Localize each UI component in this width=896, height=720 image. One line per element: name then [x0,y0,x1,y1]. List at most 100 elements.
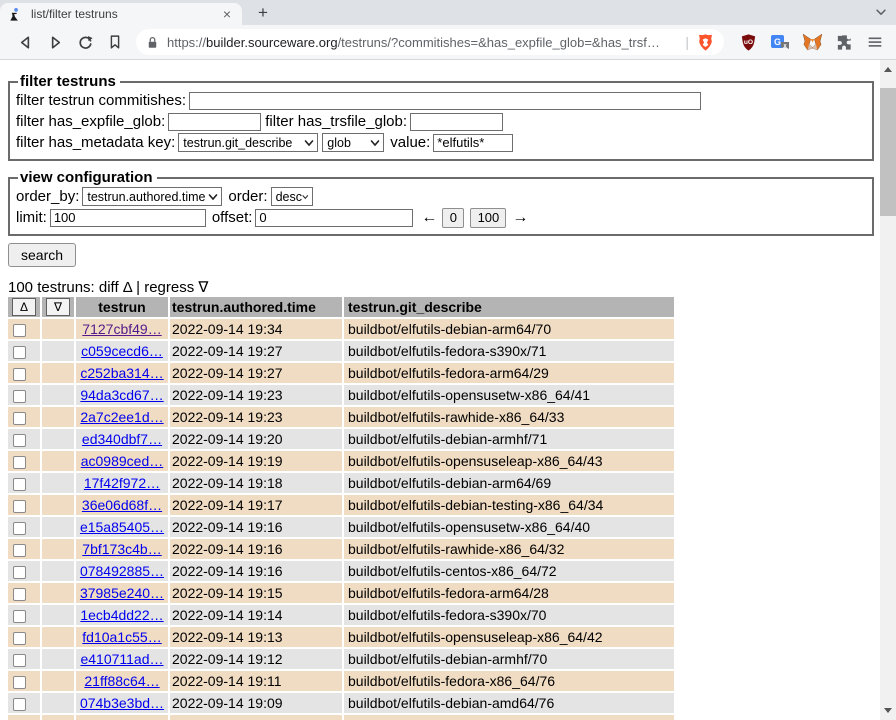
regress-sort-button[interactable]: ∇ [46,298,70,316]
testrun-link[interactable]: c059cecd6… [81,343,163,359]
reload-icon[interactable] [70,28,100,56]
forward-icon[interactable] [40,28,70,56]
bookmark-icon[interactable] [100,28,130,56]
table-row: fd10a1c55… 2022-09-14 19:13 buildbot/elf… [8,627,674,647]
google-translate-icon[interactable]: G x [770,32,790,52]
metamask-fox-icon[interactable] [802,32,823,53]
row-select-checkbox[interactable] [13,522,26,535]
table-row: 17f42f972… 2022-09-14 19:18 buildbot/elf… [8,473,674,493]
git-describe-cell: buildbot/elfutils-debian-amd64/76 [344,693,674,713]
testrun-link[interactable]: 21ff88c64… [84,673,159,689]
row-select-checkbox[interactable] [13,698,26,711]
row-select-checkbox[interactable] [13,412,26,425]
offset-next-button[interactable]: 100 [470,208,506,228]
row-select-checkbox[interactable] [13,632,26,645]
testrun-link[interactable]: 94da3cd67… [80,387,163,403]
git-describe-cell: buildbot/elfutils-opensuseleap-x86_64/43 [344,451,674,471]
testrun-column-header: testrun [76,297,168,317]
browser-tab[interactable]: list/filter testruns × [0,3,242,25]
order-select[interactable]: desc [271,187,313,206]
url-bar[interactable]: https://builder.sourceware.org/testruns/… [136,29,724,55]
authored-time-cell: 2022-09-14 19:23 [170,385,342,405]
metadata-key-select[interactable]: testrun.git_describe [178,133,318,152]
regress-cell [42,341,74,361]
regress-cell [42,319,74,339]
row-select-checkbox[interactable] [13,500,26,513]
testrun-link[interactable]: 7bf173c4b… [82,541,161,557]
brave-shield-icon[interactable] [696,33,715,52]
offset-first-button[interactable]: 0 [442,208,464,228]
testrun-link[interactable]: 074b3e3bd… [80,695,164,711]
row-select-checkbox[interactable] [13,654,26,667]
testrun-link[interactable]: fd10a1c55… [82,629,161,645]
row-select-checkbox[interactable] [13,676,26,689]
url-path: /testruns/?commitishes=&has_expfile_glob… [338,35,660,50]
view-configuration-fieldset: view configuration order_by: testrun.aut… [8,169,874,236]
commitishes-input[interactable] [189,92,701,110]
regress-cell [42,451,74,471]
offset-input[interactable] [255,209,413,227]
testrun-link[interactable]: 2a7c2ee1d… [80,409,163,425]
testrun-link[interactable]: 7127cbf49… [82,321,161,337]
search-button[interactable]: search [8,243,76,267]
scrollbar-down-arrow-icon[interactable] [884,708,892,713]
extensions-area: uO G x [739,32,884,53]
authored-time-cell: 2022-09-14 19:27 [170,363,342,383]
row-select-checkbox[interactable] [13,456,26,469]
back-icon[interactable] [10,28,40,56]
tab-search-chevron-down-icon[interactable] [874,5,888,24]
scrollbar-thumb[interactable] [880,88,896,216]
row-select-checkbox[interactable] [13,544,26,557]
view-fieldset-legend: view configuration [18,169,157,186]
ublock-origin-icon[interactable]: uO [739,33,758,52]
row-select-checkbox[interactable] [13,610,26,623]
testrun-link[interactable]: e410711ad… [80,651,163,667]
trsfile-glob-input[interactable] [410,113,503,131]
lock-icon[interactable] [145,35,160,50]
expfile-glob-input[interactable] [168,113,261,131]
row-select-checkbox[interactable] [13,434,26,447]
extensions-puzzle-icon[interactable] [835,33,854,52]
vertical-scrollbar[interactable] [880,60,896,720]
row-select-checkbox[interactable] [13,324,26,337]
testrun-link[interactable]: 1ecb4dd22… [80,607,163,623]
row-select-checkbox[interactable] [13,566,26,579]
testrun-link[interactable]: 078492885… [80,563,164,579]
table-row: 36e06d68f… 2022-09-14 19:17 buildbot/elf… [8,495,674,515]
table-row: c252ba314… 2022-09-14 19:27 buildbot/elf… [8,363,674,383]
tab-close-icon[interactable]: × [220,6,234,22]
testrun-link[interactable]: e15a85405… [80,519,164,535]
menu-hamburger-icon[interactable] [866,33,884,51]
authored-time-cell: 2022-09-14 19:18 [170,473,342,493]
testrun-link[interactable]: ed340dbf7… [82,431,162,447]
table-row: 074b3e3bd… 2022-09-14 19:09 buildbot/elf… [8,693,674,713]
testrun-link[interactable]: 17f42f972… [84,475,160,491]
regress-cell [42,561,74,581]
new-tab-button[interactable]: + [252,2,274,24]
row-select-checkbox[interactable] [13,346,26,359]
scrollbar-up-arrow-icon[interactable] [884,67,892,72]
page-viewport: filter testruns filter testrun commitish… [0,60,896,720]
testrun-link[interactable]: ac0989ced… [81,453,164,469]
limit-input[interactable] [50,209,206,227]
diff-sort-button[interactable]: Δ [12,298,36,316]
row-select-checkbox[interactable] [13,390,26,403]
metadata-value-input[interactable] [433,134,513,152]
git-describe-column-header: testrun.git_describe [344,297,674,317]
testrun-link[interactable]: 36e06d68f… [82,497,162,513]
commitishes-label: filter testrun commitishes: [16,92,186,109]
table-row: 1ecb4dd22… 2022-09-14 19:14 buildbot/elf… [8,605,674,625]
testrun-link[interactable]: 37985e240… [80,585,164,601]
regress-cell [42,473,74,493]
row-select-checkbox[interactable] [13,478,26,491]
authored-time-cell: 2022-09-14 19:20 [170,429,342,449]
row-select-checkbox[interactable] [13,368,26,381]
order-by-select[interactable]: testrun.authored.time [82,187,222,206]
metadata-op-select[interactable]: glob [322,133,384,152]
url-host: builder.sourceware.org [206,35,338,50]
filter-fieldset-legend: filter testruns [18,73,120,90]
regress-cell [42,495,74,515]
row-select-checkbox[interactable] [13,588,26,601]
chevron-down-icon [370,138,380,148]
testrun-link[interactable]: c252ba314… [80,365,163,381]
